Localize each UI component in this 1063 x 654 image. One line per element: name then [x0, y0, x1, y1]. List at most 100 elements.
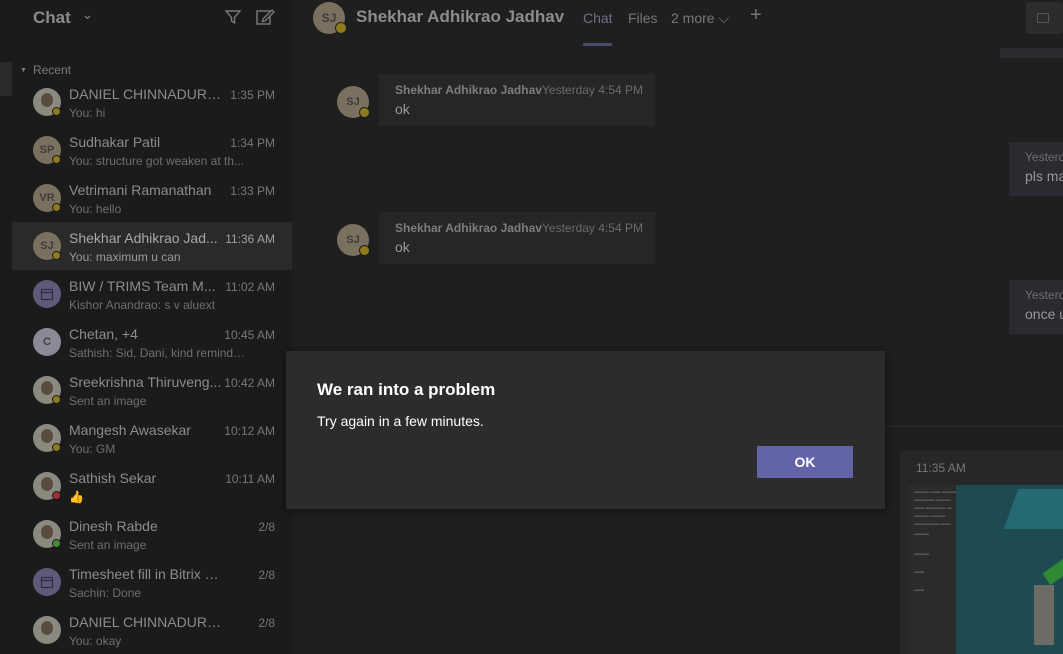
tab-files[interactable]: Files [628, 10, 658, 26]
message-text: pls ma [1025, 168, 1063, 184]
chat-item-time: 2/8 [258, 520, 275, 534]
compose-icon[interactable] [255, 7, 275, 27]
dialog-message: Try again in a few minutes. [317, 413, 484, 429]
collapse-triangle-icon: ▼ [20, 67, 27, 74]
thumbnail-text-line: ▬▬ [914, 569, 924, 575]
status-away-icon [52, 203, 61, 212]
chat-item-time: 11:02 AM [225, 280, 275, 294]
message-time: 11:35 AM [916, 461, 966, 475]
chat-item-time: 10:11 AM [225, 472, 275, 486]
chat-item-time: 10:45 AM [224, 328, 275, 342]
chat-item-preview: Sent an image [69, 394, 147, 408]
message-text: ok [395, 239, 410, 255]
status-away-icon [52, 395, 61, 404]
divider [885, 426, 1063, 427]
chat-item[interactable]: Sreekrishna Thiruveng... 10:42 AM Sent a… [12, 366, 292, 414]
chat-item-name: Dinesh Rabde [69, 518, 158, 534]
chat-item[interactable]: DANIEL CHINNADURAI E 1:35 PM You: hi [12, 78, 292, 126]
chat-list-panel: Chat ⌄ ▼ Recent DANIEL CHINNADURAI E 1:35… [12, 0, 292, 654]
add-tab-icon[interactable]: + [750, 4, 762, 27]
rail-active-indicator [0, 62, 12, 96]
chat-item-time: 1:34 PM [230, 136, 275, 150]
chat-item-preview: 👍 [69, 490, 84, 504]
status-away-icon [52, 155, 61, 164]
chat-item-name: Sudhakar Patil [69, 134, 161, 150]
status-away-icon [359, 107, 370, 118]
message-bubble[interactable]: Shekhar Adhikrao Jadhav Yesterday 4:54 P… [379, 212, 655, 264]
chevron-down-icon[interactable]: ⌄ [82, 7, 93, 23]
thumbnail-text-line: ▬▬▬ ▬▬▬ [914, 513, 946, 519]
message-author: Shekhar Adhikrao Jadhav [395, 221, 542, 235]
status-away-icon [52, 443, 61, 452]
cad-bracket [1034, 585, 1054, 645]
status-away-icon [52, 107, 61, 116]
message-author: Shekhar Adhikrao Jadhav [395, 83, 542, 97]
chat-item[interactable]: Dinesh Rabde 2/8 Sent an image [12, 510, 292, 558]
calendar-meeting-icon [33, 568, 61, 596]
ok-button[interactable]: OK [757, 446, 853, 478]
recent-label: Recent [32, 63, 71, 77]
filter-icon[interactable] [223, 7, 243, 27]
own-message-bubble[interactable]: Yesterd once u [1009, 280, 1063, 334]
chat-item-selected[interactable]: SJ Shekhar Adhikrao Jad... 11:36 AM You:… [12, 222, 292, 270]
chat-list-title[interactable]: Chat [33, 8, 71, 28]
recent-section-header[interactable]: ▼ Recent [20, 63, 71, 77]
chat-item-name: Sathish Sekar [69, 470, 157, 486]
chat-item[interactable]: BIW / TRIMS Team M... 11:02 AM Kishor An… [12, 270, 292, 318]
chat-item-time: 2/8 [258, 616, 275, 630]
chat-item-name: DANIEL CHINNADURAI E [69, 86, 225, 102]
message-bubble[interactable]: Shekhar Adhikrao Jadhav Yesterday 4:54 P… [379, 74, 655, 126]
message-time: Yesterday 4:54 PM [542, 83, 643, 97]
chat-item-preview: You: okay [69, 634, 122, 648]
active-tab-indicator [583, 43, 612, 46]
contact-name: Shekhar Adhikrao Jadhav [356, 7, 565, 26]
chat-item-name: Chetan, +4 [69, 326, 138, 342]
chat-item[interactable]: Timesheet fill in Bitrix & sh... 2/8 Sac… [12, 558, 292, 606]
calendar-meeting-icon [33, 280, 61, 308]
status-away-icon [52, 251, 61, 260]
thumbnail-text-line: ▬▬▬ ▬▬ ▬▬▬▬ [914, 489, 962, 495]
tab-more[interactable]: 2 more ⌵ [671, 10, 729, 27]
chat-item-preview: Sent an image [69, 538, 147, 552]
thumbnail-text-line: ▬▬▬▬ ▬▬▬ [914, 497, 951, 503]
chat-item[interactable]: C Chetan, +4 10:45 AM Sathish: Sid, Dani… [12, 318, 292, 366]
chat-item-name: Shekhar Adhikrao Jad... [69, 230, 218, 246]
chat-item-name: Sreekrishna Thiruveng... [69, 374, 222, 390]
cad-model-render [956, 485, 1063, 654]
tab-chat[interactable]: Chat [583, 10, 613, 26]
cad-part-green [1042, 539, 1063, 585]
thumbnail-text-line: ▬▬▬▬▬ ▬▬ [914, 521, 951, 527]
thumbnail-text-line: ▬▬ [914, 587, 924, 593]
chat-item[interactable]: SP Sudhakar Patil 1:34 PM You: structure… [12, 126, 292, 174]
dialog-title: We ran into a problem [317, 380, 496, 399]
chat-item[interactable]: DANIEL CHINNADURAI E, +6 2/8 You: okay [12, 606, 292, 654]
error-dialog: We ran into a problem Try again in a few… [286, 351, 885, 509]
chat-item-time: 1:35 PM [230, 88, 275, 102]
status-away-icon [335, 22, 347, 34]
video-call-icon[interactable] [1026, 2, 1063, 34]
thumbnail-text-line: ▬▬ ▬▬▬▬ ▬ [914, 505, 952, 511]
message-text: once u [1025, 306, 1063, 322]
cad-screenshot-thumbnail[interactable]: ▬▬▬ ▬▬ ▬▬▬▬ ▬▬▬▬ ▬▬▬ ▬▬ ▬▬▬▬ ▬ ▬▬▬ ▬▬▬ ▬… [908, 485, 1063, 654]
chat-item[interactable]: VR Vetrimani Ramanathan 1:33 PM You: hel… [12, 174, 292, 222]
thumbnail-text-line: ▬▬▬ [914, 551, 929, 557]
app-rail [0, 0, 12, 654]
chat-item-name: Timesheet fill in Bitrix & sh... [69, 566, 225, 582]
conversation-header: SJ Shekhar Adhikrao Jadhav Chat Files 2 … [292, 0, 1063, 48]
message-time: Yesterd [1025, 150, 1063, 164]
image-message[interactable]: 11:35 AM ▬▬▬ ▬▬ ▬▬▬▬ ▬▬▬▬ ▬▬▬ ▬▬ ▬▬▬▬ ▬ … [900, 451, 1063, 654]
chat-item-time: 2/8 [258, 568, 275, 582]
chat-item-name: Mangesh Awasekar [69, 422, 191, 438]
chat-item-time: 11:36 AM [225, 232, 275, 246]
chat-item-preview: Sachin: Done [69, 586, 142, 600]
chat-item-preview: You: hello [69, 202, 122, 216]
chat-item-time: 10:42 AM [224, 376, 275, 390]
message-time: Yesterd [1025, 288, 1063, 302]
chat-item-preview: Kishor Anandrao: s v aluext [69, 298, 216, 312]
chat-item-time: 10:12 AM [224, 424, 275, 438]
chat-item-preview: You: GM [69, 442, 116, 456]
message-time: Yesterday 4:54 PM [542, 221, 643, 235]
chat-item[interactable]: Mangesh Awasekar 10:12 AM You: GM [12, 414, 292, 462]
own-message-bubble[interactable]: Yesterd pls ma [1009, 142, 1063, 196]
chat-item[interactable]: Sathish Sekar 10:11 AM 👍 [12, 462, 292, 510]
